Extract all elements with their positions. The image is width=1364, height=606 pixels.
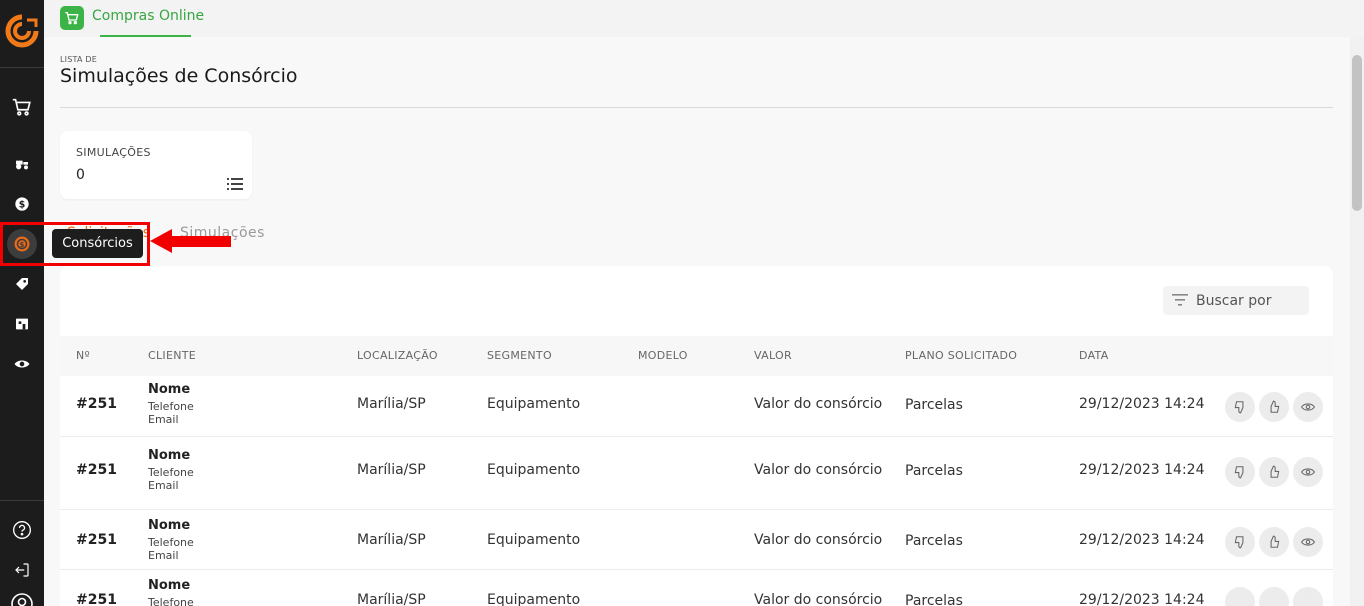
thumbs-up-icon[interactable] — [1259, 587, 1289, 606]
row-number: #251 — [76, 462, 117, 478]
row-value: Valor do consórcio — [754, 532, 883, 548]
user-icon[interactable] — [10, 592, 34, 606]
col-header-cliente: CLIENTE — [148, 349, 197, 362]
row-location: Marília/SP — [357, 532, 426, 548]
row-plan: Parcelas — [905, 533, 963, 549]
row-date: 29/12/2023 14:24 — [1079, 532, 1205, 548]
filter-icon — [1172, 291, 1188, 310]
shopping-cart-app-icon[interactable] — [60, 6, 84, 30]
row-segment: Equipamento — [487, 532, 581, 548]
table-header: Nº CLIENTE LOCALIZAÇÃO SEGMENTO MODELO V… — [60, 336, 1333, 376]
row-segment: Equipamento — [487, 396, 581, 412]
client-name: Nome — [148, 578, 191, 593]
row-location: Marília/SP — [357, 396, 426, 412]
thumbs-down-icon[interactable] — [1225, 457, 1255, 487]
client-phone: Telefone — [148, 466, 194, 479]
client-email: Email — [148, 549, 179, 562]
thumbs-down-icon[interactable] — [1225, 392, 1255, 422]
search-input[interactable]: Buscar por — [1163, 286, 1309, 315]
sidebar-divider — [0, 67, 44, 68]
table-row[interactable]: #251 Nome Telefone Marília/SP Equipament… — [60, 570, 1333, 606]
col-header-num: Nº — [76, 349, 91, 362]
store-icon[interactable] — [10, 312, 34, 336]
view-eye-icon[interactable] — [1293, 457, 1323, 487]
row-value: Valor do consórcio — [754, 396, 883, 412]
col-header-plano: PLANO SOLICITADO — [905, 349, 1018, 362]
table-row[interactable]: #251 Nome Telefone Email Marília/SP Equi… — [60, 376, 1333, 437]
client-phone: Telefone — [148, 400, 194, 413]
tractor-icon[interactable] — [10, 152, 34, 176]
scrollbar-thumb[interactable] — [1352, 55, 1362, 211]
col-header-data: DATA — [1079, 349, 1109, 362]
row-plan: Parcelas — [905, 463, 963, 479]
title-divider — [60, 107, 1333, 108]
search-placeholder: Buscar por — [1196, 292, 1272, 309]
cart-icon[interactable] — [10, 95, 34, 119]
client-name: Nome — [148, 382, 191, 397]
client-name: Nome — [148, 448, 191, 463]
page-title: Simulações de Consórcio — [60, 65, 298, 87]
row-segment: Equipamento — [487, 592, 581, 606]
view-eye-icon[interactable] — [1293, 527, 1323, 557]
app-title[interactable]: Compras Online — [92, 8, 204, 24]
stat-card-simulacoes: SIMULAÇÕES 0 — [60, 131, 252, 199]
table-card: Buscar por Nº CLIENTE LOCALIZAÇÃO SEGMEN… — [60, 266, 1333, 606]
logo-icon — [5, 14, 39, 48]
col-header-valor: VALOR — [754, 349, 792, 362]
stat-value: 0 — [76, 167, 85, 183]
table-row[interactable]: #251 Nome Telefone Email Marília/SP Equi… — [60, 510, 1333, 570]
row-number: #251 — [76, 532, 117, 548]
sidebar-divider — [0, 500, 44, 501]
row-value: Valor do consórcio — [754, 462, 883, 478]
row-date: 29/12/2023 14:24 — [1079, 592, 1205, 606]
col-header-segmento: SEGMENTO — [487, 349, 552, 362]
row-number: #251 — [76, 396, 117, 412]
view-eye-icon[interactable] — [1293, 392, 1323, 422]
dollar-icon[interactable]: $ — [10, 192, 34, 216]
client-email: Email — [148, 413, 179, 426]
row-date: 29/12/2023 14:24 — [1079, 462, 1205, 478]
tag-icon[interactable] — [10, 272, 34, 296]
client-name: Nome — [148, 518, 191, 533]
thumbs-up-icon[interactable] — [1259, 457, 1289, 487]
row-plan: Parcelas — [905, 397, 963, 413]
list-icon — [227, 175, 243, 194]
table-row[interactable]: #251 Nome Telefone Email Marília/SP Equi… — [60, 437, 1333, 510]
client-phone: Telefone — [148, 536, 194, 549]
page-subtitle: LISTA DE — [60, 55, 97, 64]
help-icon[interactable] — [10, 518, 34, 542]
stat-label: SIMULAÇÕES — [76, 146, 151, 159]
row-location: Marília/SP — [357, 592, 426, 606]
top-bar: Compras Online — [44, 0, 1364, 37]
row-segment: Equipamento — [487, 462, 581, 478]
client-phone: Telefone — [148, 596, 194, 606]
row-plan: Parcelas — [905, 593, 963, 606]
row-location: Marília/SP — [357, 462, 426, 478]
thumbs-down-icon[interactable] — [1225, 587, 1255, 606]
sidebar: $ $ — [0, 0, 44, 606]
client-email: Email — [148, 479, 179, 492]
thumbs-up-icon[interactable] — [1259, 527, 1289, 557]
row-value: Valor do consórcio — [754, 592, 883, 606]
logout-icon[interactable] — [10, 558, 34, 582]
view-eye-icon[interactable] — [1293, 587, 1323, 606]
row-number: #251 — [76, 592, 117, 606]
thumbs-down-icon[interactable] — [1225, 527, 1255, 557]
col-header-modelo: MODELO — [638, 349, 688, 362]
consorcios-tooltip: Consórcios — [52, 229, 143, 258]
eye-icon[interactable] — [10, 352, 34, 376]
svg-text:$: $ — [19, 199, 26, 210]
annotation-arrow-icon — [150, 226, 232, 260]
row-date: 29/12/2023 14:24 — [1079, 396, 1205, 412]
col-header-localizacao: LOCALIZAÇÃO — [357, 349, 438, 362]
thumbs-up-icon[interactable] — [1259, 392, 1289, 422]
